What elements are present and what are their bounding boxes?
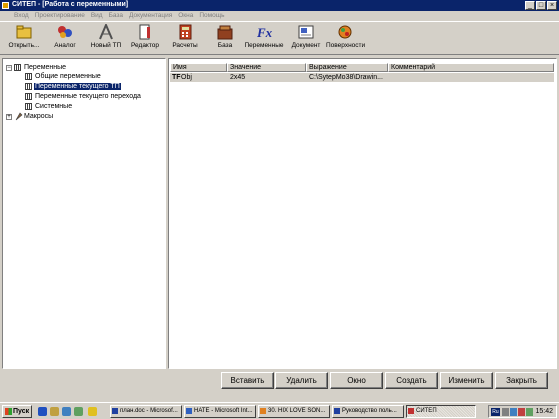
word-icon xyxy=(334,408,340,414)
variables-list[interactable]: Имя Значение Выражение Комментарий TF Ob… xyxy=(168,58,557,369)
column-header-expression[interactable]: Выражение xyxy=(306,63,388,72)
minimize-button[interactable]: _ xyxy=(525,1,535,10)
analog-button[interactable]: Аналог xyxy=(50,24,80,54)
window-button[interactable]: Окно xyxy=(330,372,383,389)
table-icon xyxy=(25,73,32,80)
desktop-icon[interactable] xyxy=(62,407,71,416)
new-tp-icon xyxy=(97,22,115,40)
table-icon xyxy=(25,83,32,90)
expand-toggle[interactable]: + xyxy=(6,114,12,120)
sitep-icon xyxy=(408,408,414,414)
tree-node-macros[interactable]: Макросы xyxy=(24,112,53,121)
task-music[interactable]: 30. HIX LOVE SON... xyxy=(258,405,330,418)
calculations-button[interactable]: Расчеты xyxy=(170,24,200,54)
variables-folder-icon xyxy=(14,64,21,71)
column-header-comment[interactable]: Комментарий xyxy=(388,63,554,72)
tree-node-current-tp[interactable]: Переменные текущего ТП xyxy=(34,82,121,91)
toolbar: Открыть... Аналог Новый ТП Редактор Расч… xyxy=(0,21,559,55)
macros-icon xyxy=(15,112,23,121)
delete-button[interactable]: Удалить xyxy=(275,372,328,389)
task-plan-doc[interactable]: план.doc - Microsof... xyxy=(110,405,182,418)
cell-expression: C:\SytepMo38\Drawin... xyxy=(309,74,383,81)
open-icon xyxy=(15,24,33,40)
tf-icon: TF xyxy=(172,74,181,81)
variables-tree[interactable]: − Переменные Общие переменные Переменные… xyxy=(2,58,166,369)
tree-node-current-transition[interactable]: Переменные текущего перехода xyxy=(35,92,141,101)
tree-node-general[interactable]: Общие переменные xyxy=(35,72,101,81)
menu-bar: Вход Проектирование Вид База Документаци… xyxy=(0,11,559,21)
start-button[interactable]: Пуск xyxy=(2,405,32,418)
editor-icon xyxy=(136,24,154,40)
cell-value: 2x45 xyxy=(230,74,246,81)
database-icon xyxy=(216,24,234,40)
surfaces-icon xyxy=(336,24,354,40)
table-icon xyxy=(25,103,32,110)
maximize-button[interactable]: □ xyxy=(536,1,546,10)
word-icon xyxy=(112,408,118,414)
language-indicator[interactable]: Ru xyxy=(491,408,500,416)
table-icon xyxy=(25,93,32,100)
ie-icon[interactable] xyxy=(38,407,47,416)
task-manual[interactable]: Руководство поль... xyxy=(332,405,404,418)
task-ie[interactable]: HATE - Microsoft Int... xyxy=(184,405,256,418)
tray-icon[interactable] xyxy=(526,408,533,416)
document-button[interactable]: Документ xyxy=(290,24,322,54)
outlook-icon[interactable] xyxy=(50,407,59,416)
variables-button[interactable]: Fx Переменные xyxy=(244,24,284,54)
menu-documentation[interactable]: Документация xyxy=(129,11,172,21)
tray-icon[interactable] xyxy=(510,408,517,416)
close-button[interactable]: × xyxy=(547,1,557,10)
collapse-toggle[interactable]: − xyxy=(6,65,12,71)
menu-login[interactable]: Вход xyxy=(14,11,29,21)
calculator-icon xyxy=(176,24,194,40)
editor-button[interactable]: Редактор xyxy=(130,24,160,54)
menu-view[interactable]: Вид xyxy=(91,11,103,21)
title-bar[interactable]: СИТЕП - [Работа с переменными] _ □ × xyxy=(0,0,559,11)
database-button[interactable]: База xyxy=(212,24,238,54)
taskbar: Пуск план.doc - Microsof... HATE - Micro… xyxy=(0,402,559,419)
surfaces-button[interactable]: Поверхности xyxy=(326,24,365,54)
menu-windows[interactable]: Окна xyxy=(178,11,193,21)
document-icon xyxy=(297,24,315,40)
player-icon xyxy=(260,408,266,414)
close-dialog-button[interactable]: Закрыть xyxy=(495,372,548,389)
tray-icon[interactable] xyxy=(502,408,509,416)
menu-database[interactable]: База xyxy=(109,11,123,21)
cell-name: Obj xyxy=(181,74,192,81)
open-button[interactable]: Открыть... xyxy=(6,24,42,54)
column-header-value[interactable]: Значение xyxy=(227,63,306,72)
analog-icon xyxy=(56,24,74,40)
windows-logo-icon xyxy=(5,408,12,415)
tree-node-system[interactable]: Системные xyxy=(35,102,72,111)
clock: 15:42 xyxy=(535,408,553,415)
table-row[interactable]: TF Obj 2x45 C:\SytepMo38\Drawin... xyxy=(170,73,554,82)
tray-icon[interactable] xyxy=(518,408,525,416)
system-tray: Ru 15:42 xyxy=(488,405,557,418)
insert-button[interactable]: Вставить xyxy=(221,372,274,389)
tree-node-variables[interactable]: Переменные xyxy=(24,63,66,72)
create-button[interactable]: Создать xyxy=(385,372,438,389)
menu-design[interactable]: Проектирование xyxy=(35,11,85,21)
svg-text:Fx: Fx xyxy=(256,25,273,40)
quicklaunch-icon[interactable] xyxy=(74,407,83,416)
column-header-name[interactable]: Имя xyxy=(170,63,227,72)
task-sitep[interactable]: СИТЕП xyxy=(406,405,476,418)
ie-icon xyxy=(186,408,192,414)
window-title: СИТЕП - [Работа с переменными] xyxy=(12,1,129,8)
new-tp-button[interactable]: Новый ТП xyxy=(88,22,124,54)
menu-help[interactable]: Помощь xyxy=(199,11,224,21)
app-icon[interactable] xyxy=(2,2,9,9)
edit-button[interactable]: Изменить xyxy=(440,372,493,389)
fx-icon: Fx xyxy=(255,24,273,40)
quicklaunch-icon[interactable] xyxy=(88,407,97,416)
